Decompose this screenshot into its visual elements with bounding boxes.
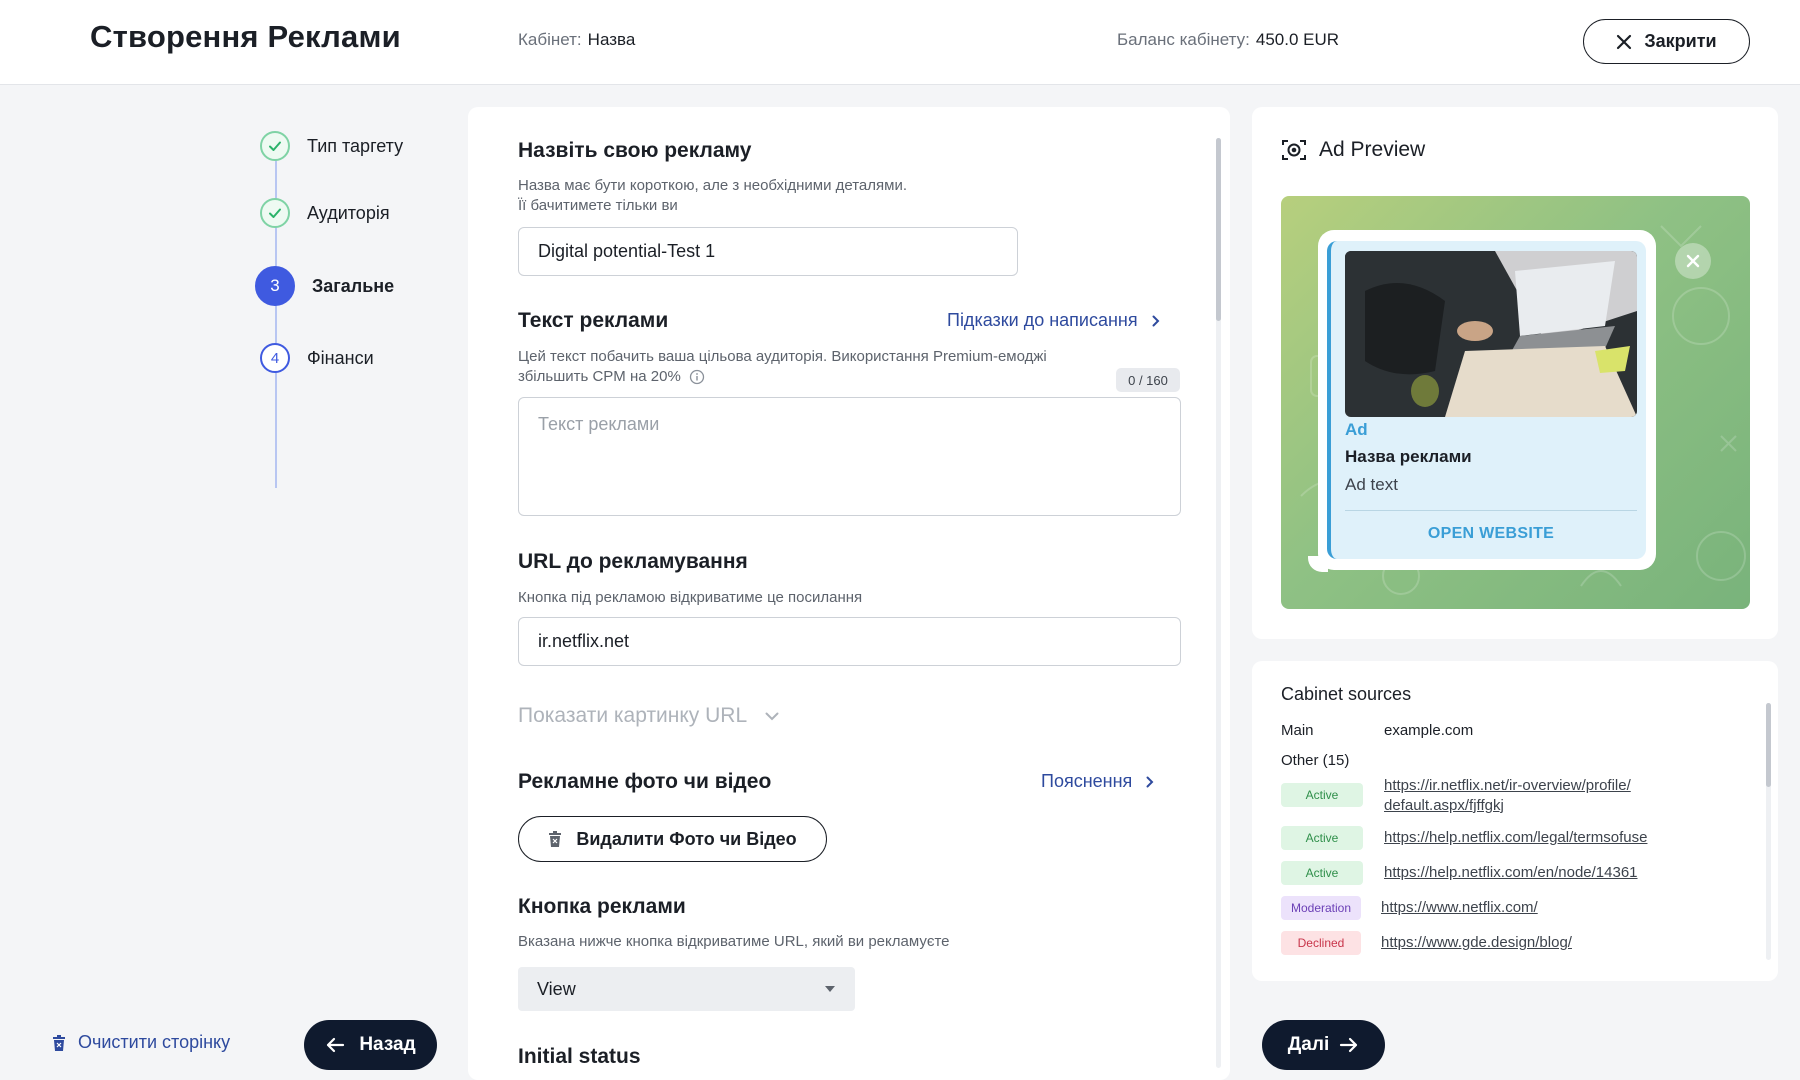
- writing-tips-label: Підказки до написання: [947, 310, 1138, 330]
- ad-close-button[interactable]: [1675, 243, 1711, 279]
- ad-button-select[interactable]: View: [518, 967, 855, 1011]
- step-label: Аудиторія: [307, 202, 390, 223]
- ad-name-heading: Назвіть свою рекламу: [518, 139, 752, 162]
- balance-value: 450.0 EUR: [1255, 30, 1340, 49]
- status-badge: Active: [1281, 783, 1363, 807]
- open-website-button[interactable]: OPEN WEBSITE: [1345, 525, 1637, 543]
- delete-media-button[interactable]: Видалити Фото чи Відео: [518, 816, 827, 862]
- step-target-type[interactable]: Тип таргету: [255, 131, 403, 161]
- media-explain-label: Пояснення: [1041, 771, 1133, 791]
- ad-divider: [1345, 510, 1637, 511]
- top-header: Створення Реклами Кабінет: Назва Баланс к…: [0, 0, 1800, 85]
- step-audience[interactable]: Аудиторія: [255, 198, 390, 228]
- main-source-value: example.com: [1384, 722, 1474, 739]
- chevron-down-icon: [765, 712, 779, 720]
- source-link[interactable]: https://help.netflix.com/legal/termsofus…: [1384, 828, 1647, 848]
- back-button[interactable]: Назад: [304, 1020, 437, 1070]
- media-explain-link[interactable]: Пояснення: [1041, 771, 1154, 792]
- delete-media-label: Видалити Фото чи Відео: [576, 828, 797, 849]
- hint-line: збільшить CPM на 20%: [518, 368, 681, 385]
- status-badge: Moderation: [1281, 896, 1361, 920]
- next-label: Далі: [1287, 1034, 1330, 1055]
- ad-button-hint: Вказана нижче кнопка відкриватиме URL, я…: [518, 933, 950, 950]
- step-finance[interactable]: 4 Фінанси: [255, 343, 374, 373]
- hint-line: Її бачитимете тільки ви: [518, 197, 678, 214]
- url-hint: Кнопка під рекламою відкриватиме це поси…: [518, 589, 863, 606]
- url-input[interactable]: ir.netflix.net: [518, 617, 1181, 666]
- clear-page-label: Очистити сторінку: [78, 1032, 231, 1052]
- ad-button-heading: Кнопка реклами: [518, 895, 686, 918]
- next-button[interactable]: Далі: [1262, 1020, 1385, 1070]
- source-link[interactable]: https://help.netflix.com/en/node/14361: [1384, 863, 1638, 883]
- ad-image: [1345, 251, 1637, 417]
- ad-name-preview: Назва реклами: [1345, 447, 1472, 466]
- show-url-image-toggle[interactable]: Показати картинку URL: [518, 704, 779, 728]
- balance-info: Баланс кабінету: 450.0 EUR: [1117, 30, 1339, 50]
- step-label: Загальне: [312, 275, 395, 296]
- form-scrollbar[interactable]: [1216, 138, 1221, 321]
- ad-name-input[interactable]: Digital potential-Test 1: [518, 227, 1018, 276]
- check-icon: [260, 131, 290, 161]
- source-link[interactable]: https://www.netflix.com/: [1381, 898, 1538, 918]
- trash-icon: [549, 831, 562, 847]
- status-badge: Active: [1281, 826, 1363, 850]
- source-link[interactable]: https://ir.netflix.net/ir-overview/profi…: [1384, 776, 1631, 816]
- step-label: Тип таргету: [307, 135, 404, 156]
- chevron-right-icon: [1146, 776, 1154, 787]
- arrow-left-icon: [327, 1037, 345, 1053]
- page-title: Створення Реклами: [90, 19, 401, 54]
- back-label: Назад: [359, 1034, 416, 1055]
- arrow-right-icon: [1340, 1037, 1358, 1053]
- cabinet-label: Кабінет:: [518, 30, 582, 49]
- status-badge: Declined: [1281, 931, 1361, 955]
- cabinet-value: Назва: [587, 30, 636, 49]
- source-link[interactable]: https://www.gde.design/blog/: [1381, 933, 1572, 953]
- other-sources-label: Other (15): [1281, 752, 1350, 769]
- trash-icon: [53, 1034, 65, 1051]
- main-source-label: Main: [1281, 722, 1314, 739]
- writing-tips-link[interactable]: Підказки до написання: [947, 310, 1160, 331]
- step-label: Фінанси: [307, 347, 374, 368]
- source-url-line: https://ir.netflix.net/ir-overview/profi…: [1384, 777, 1631, 794]
- close-icon: [1686, 254, 1700, 268]
- hint-line: Цей текст побачить ваша цільова аудиторі…: [518, 348, 1047, 365]
- source-url-line: default.aspx/fjffgkj: [1384, 797, 1504, 814]
- preview-title: Ad Preview: [1281, 138, 1425, 162]
- ad-text-hint: Цей текст побачить ваша цільова аудиторі…: [518, 347, 1047, 387]
- initial-status-heading: Initial status: [518, 1045, 641, 1068]
- chevron-right-icon: [1152, 315, 1160, 326]
- cabinet-info: Кабінет: Назва: [518, 30, 635, 50]
- sources-scrollbar[interactable]: [1766, 703, 1771, 787]
- ad-text-preview: Ad text: [1345, 475, 1398, 494]
- preview-title-label: Ad Preview: [1319, 138, 1426, 161]
- ad-label: Ad: [1345, 420, 1368, 439]
- close-icon: [1617, 34, 1632, 49]
- hint-line: Назва має бути короткою, але з необхідни…: [518, 177, 907, 194]
- char-counter: 0 / 160: [1116, 368, 1180, 392]
- caret-down-icon: [825, 986, 835, 992]
- url-heading: URL до рекламування: [518, 550, 748, 573]
- check-icon: [260, 198, 290, 228]
- close-button[interactable]: Закрити: [1583, 19, 1750, 64]
- step-number: 4: [260, 343, 290, 373]
- info-icon[interactable]: [689, 369, 705, 385]
- status-badge: Active: [1281, 861, 1363, 885]
- ad-button-selected: View: [537, 978, 576, 999]
- preview-eye-icon: [1282, 140, 1306, 160]
- ad-text-textarea[interactable]: Текст реклами: [518, 397, 1181, 516]
- close-button-label: Закрити: [1644, 31, 1717, 51]
- sources-title: Cabinet sources: [1281, 684, 1412, 704]
- ad-name-hint: Назва має бути короткою, але з необхідни…: [518, 176, 907, 216]
- show-url-image-label: Показати картинку URL: [518, 704, 748, 727]
- step-general[interactable]: 3 Загальне: [255, 266, 394, 306]
- media-heading: Рекламне фото чи відео: [518, 770, 772, 793]
- step-number: 3: [255, 266, 295, 306]
- clear-page-button[interactable]: Очистити сторінку: [52, 1032, 230, 1053]
- balance-label: Баланс кабінету:: [1117, 30, 1250, 49]
- ad-text-heading: Текст реклами: [518, 309, 669, 332]
